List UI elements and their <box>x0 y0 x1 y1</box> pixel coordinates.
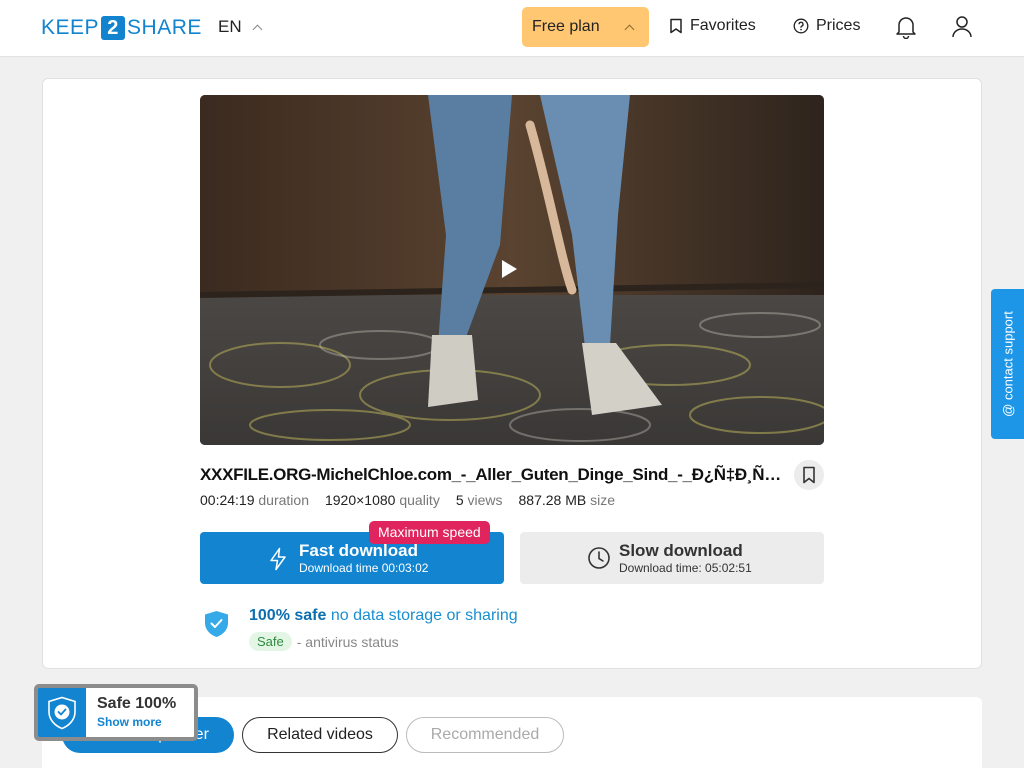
account-button[interactable] <box>951 15 973 44</box>
tab-recommended[interactable]: Recommended <box>406 717 564 753</box>
fast-download-label: Fast download <box>299 541 418 560</box>
favorites-label: Favorites <box>690 17 756 34</box>
video-player[interactable] <box>200 95 824 445</box>
safety-headline: 100% safe no data storage or sharing <box>249 607 518 625</box>
safety-bold: 100% safe <box>249 607 327 624</box>
fast-download-time: Download time 00:03:02 <box>299 561 429 575</box>
add-favorite-button[interactable] <box>794 460 824 490</box>
chevron-up-icon <box>624 24 635 34</box>
clock-icon <box>588 547 610 569</box>
help-circle-icon <box>793 18 809 34</box>
antivirus-status: Safe - antivirus status <box>249 632 399 651</box>
free-plan-button[interactable]: Free plan <box>522 7 649 47</box>
safety-rest: no data storage or sharing <box>326 607 518 624</box>
safe-widget[interactable]: Safe 100% Show more <box>34 684 198 741</box>
slow-download-time: Download time: 05:02:51 <box>619 561 752 575</box>
free-plan-label: Free plan <box>532 18 600 35</box>
favorites-link[interactable]: Favorites <box>669 17 756 35</box>
bookmark-icon <box>670 18 682 34</box>
shield-check-icon <box>48 696 76 729</box>
bell-icon <box>896 17 916 40</box>
file-title-row: XXXFILE.ORG-MichelChloe.com_-_Aller_Gute… <box>200 460 824 490</box>
antivirus-pill: Safe <box>249 632 292 651</box>
tab-related-videos[interactable]: Related videos <box>242 717 398 753</box>
site-logo[interactable]: KEEP 2 SHARE <box>41 16 202 40</box>
notifications-button[interactable] <box>895 15 917 44</box>
chevron-up-icon <box>252 24 263 34</box>
prices-link[interactable]: Prices <box>793 17 860 35</box>
logo-badge: 2 <box>101 16 126 40</box>
prices-label: Prices <box>816 17 861 34</box>
contact-support-label: @ contact support <box>1000 311 1015 417</box>
meta-size: 887.28 MB size <box>518 492 616 508</box>
maximum-speed-badge: Maximum speed <box>369 521 490 544</box>
meta-quality: 1920×1080 quality <box>324 492 440 508</box>
meta-duration: 00:24:19 duration <box>200 492 309 508</box>
contact-support-tab[interactable]: @ contact support <box>991 289 1024 439</box>
file-title: XXXFILE.ORG-MichelChloe.com_-_Aller_Gute… <box>200 465 790 484</box>
meta-views: 5 views <box>455 492 503 508</box>
language-label: EN <box>218 17 242 36</box>
safe-widget-text: Safe 100% Show more <box>86 688 176 737</box>
shield-check-icon <box>205 611 228 637</box>
slow-download-label: Slow download <box>619 541 743 560</box>
language-selector[interactable]: EN <box>218 17 263 37</box>
file-meta: 00:24:19 duration 1920×1080 quality 5 vi… <box>200 492 615 508</box>
logo-text-right: SHARE <box>127 16 202 39</box>
safe-widget-show-more[interactable]: Show more <box>97 715 176 729</box>
lightning-icon <box>270 547 286 571</box>
play-icon[interactable] <box>502 260 517 278</box>
safe-widget-icon-box <box>38 688 86 737</box>
bookmark-icon <box>803 466 815 484</box>
slow-download-button[interactable]: Slow download Download time: 05:02:51 <box>520 532 824 584</box>
antivirus-text: - antivirus status <box>296 633 399 650</box>
top-header: KEEP 2 SHARE EN Free plan Favorites Pric… <box>0 0 1024 57</box>
user-icon <box>952 16 972 38</box>
safe-widget-title: Safe 100% <box>97 695 177 712</box>
logo-text-left: KEEP <box>41 16 100 39</box>
